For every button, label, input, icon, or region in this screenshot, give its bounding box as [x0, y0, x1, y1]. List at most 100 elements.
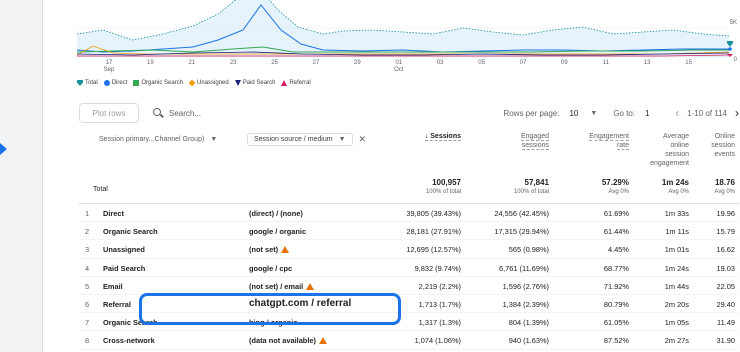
legend-item[interactable]: Total [77, 80, 98, 86]
source-cell-text: (not set) / email [249, 281, 304, 291]
row-number-text: 2 [85, 227, 90, 237]
avg-cell: 1m 11s [639, 227, 689, 236]
total-sessions-value: 100,957 [432, 178, 461, 187]
x-tick-label: 25 [263, 60, 287, 67]
x-tick-day: 13 [643, 60, 651, 66]
table-row[interactable]: 1 Direct (direct) / (none) 39,805 (39.43%) 2… [79, 204, 739, 223]
legend-item[interactable]: Paid Search [234, 80, 276, 86]
rate-cell-text: 61.69% [603, 209, 629, 218]
col-avg[interactable]: Average online session engagement [639, 132, 689, 168]
channel-cell: Direct [103, 209, 124, 218]
total-rate: 57.29% Avg 0% [559, 178, 629, 195]
engaged-cell: 565 (0.98%) [467, 245, 549, 254]
col-events[interactable]: Online session events [693, 132, 735, 159]
square-marker-icon [133, 80, 140, 86]
search-box[interactable]: Search... [153, 108, 363, 118]
table-header: Session primary...Channel Group) ▼ Sessi… [79, 126, 739, 204]
events-cell: 11.49 [693, 318, 735, 327]
table-row[interactable]: 4 Paid Search google / cpc 9,832 (9.74%) 6,7… [79, 259, 739, 277]
avg-cell: 2m 27s [639, 336, 689, 345]
x-tick-month: Oct [394, 67, 404, 73]
x-tick-label: 29 [345, 60, 369, 67]
channel-cell-text: Organic Search [103, 227, 158, 237]
row-number-text: 3 [85, 245, 90, 255]
warning-icon[interactable] [318, 337, 327, 345]
channel-cell-text: Unassigned [103, 245, 145, 255]
row-number: 4 [85, 264, 97, 273]
sessions-cell: 1,074 (1.06%) [379, 336, 461, 345]
channel-cell: Unassigned [103, 245, 145, 254]
search-input[interactable]: Search... [169, 109, 201, 118]
rows-per-page-select[interactable]: 10 ▼ [569, 109, 597, 118]
channel-cell-text: Direct [103, 209, 124, 218]
dimension-primary[interactable]: Session primary...Channel Group) ▼ [99, 132, 217, 146]
col-avg-l1: Average [663, 133, 689, 140]
rate-cell-text: 68.77% [603, 263, 629, 273]
expand-arrow-icon[interactable] [0, 143, 7, 155]
legend-label: Paid Search [242, 80, 276, 86]
rate-cell-text: 61.05% [603, 318, 629, 328]
row-number: 1 [85, 209, 97, 218]
row-number: 7 [85, 318, 97, 327]
source-cell-text: google / organic [249, 227, 307, 237]
table-row[interactable]: 8 Cross-network (data not available) 1,074 … [79, 331, 739, 350]
channel-cell-text: Referral [103, 299, 131, 309]
channel-cell: Organic Search [103, 227, 158, 236]
plot-rows-button[interactable]: Plot rows [79, 103, 139, 123]
legend-item[interactable]: Unassigned [188, 79, 229, 87]
source-cell: (not set) [249, 245, 290, 254]
events-cell: 15.79 [693, 227, 736, 237]
col-events-l2: session [711, 142, 735, 149]
legend-item[interactable]: Referral [281, 80, 311, 86]
events-cell: 19.96 [693, 209, 736, 218]
warning-icon[interactable] [281, 246, 290, 254]
legend-item[interactable]: Direct [103, 80, 127, 86]
col-events-l3: events [714, 151, 735, 158]
y-tick-5k: 5K [729, 20, 737, 26]
x-tick-day: 19 [147, 60, 154, 66]
row-number: 5 [85, 282, 97, 291]
warning-icon[interactable] [306, 282, 315, 290]
col-sessions[interactable]: ↓ Sessions [391, 132, 461, 141]
sessions-cell-text: 9,832 (9.74%) [414, 263, 461, 273]
direct-end-marker [728, 47, 732, 51]
events-cell-text: 31.90 [716, 336, 736, 346]
events-cell: 22.05 [693, 282, 736, 291]
col-avg-l4: engagement [650, 160, 689, 167]
engaged-cell-text: 565 (0.98%) [508, 245, 549, 255]
total-engaged-value: 57,841 [524, 178, 549, 187]
prev-page-icon[interactable]: ‹ [675, 106, 679, 120]
rate-cell: 71.92% [559, 282, 629, 291]
chevron-down-icon: ▼ [210, 135, 218, 143]
col-rate[interactable]: Engagement rate [559, 132, 629, 150]
avg-cell-text: 1m 01s [664, 245, 689, 255]
legend-label: Total [85, 80, 98, 86]
channel-cell-text: Cross-network [103, 336, 155, 346]
col-avg-l3: session [665, 151, 689, 158]
table-row[interactable]: 3 Unassigned (not set) 12,695 (12.57%) 565 (… [79, 240, 739, 259]
x-tick-day: 23 [229, 60, 237, 66]
row-number-text: 1 [85, 209, 90, 218]
sessions-cell: 9,832 (9.74%) [379, 264, 461, 273]
row-number-text: 7 [85, 318, 90, 328]
avg-cell-text: 1m 24s [664, 263, 689, 273]
goto-input[interactable]: 1 [645, 109, 665, 118]
events-cell-text: 19.96 [716, 209, 736, 218]
source-cell: google / organic [249, 227, 306, 236]
next-page-icon[interactable]: › [735, 106, 739, 120]
x-tick-day: 09 [561, 60, 568, 66]
avg-cell: 1m 24s [639, 264, 689, 273]
events-cell-text: 15.79 [716, 227, 736, 237]
x-tick-label: 05 [470, 60, 494, 67]
legend-label: Organic Search [141, 80, 184, 86]
engaged-cell: 804 (1.39%) [467, 318, 549, 327]
col-engaged[interactable]: Engaged sessions [479, 132, 549, 150]
source-cell: (not set) / email [249, 281, 315, 291]
dimension-secondary[interactable]: Session source / medium ▼ ✕ [247, 132, 366, 146]
avg-cell: 1m 44s [639, 282, 689, 291]
source-cell-text: (direct) / (none) [249, 209, 303, 218]
table-row[interactable]: 2 Organic Search google / organic 28,181 (2… [79, 222, 739, 241]
remove-dimension-icon[interactable]: ✕ [359, 134, 367, 145]
legend-label: Referral [289, 80, 311, 86]
legend-item[interactable]: Organic Search [133, 80, 183, 86]
